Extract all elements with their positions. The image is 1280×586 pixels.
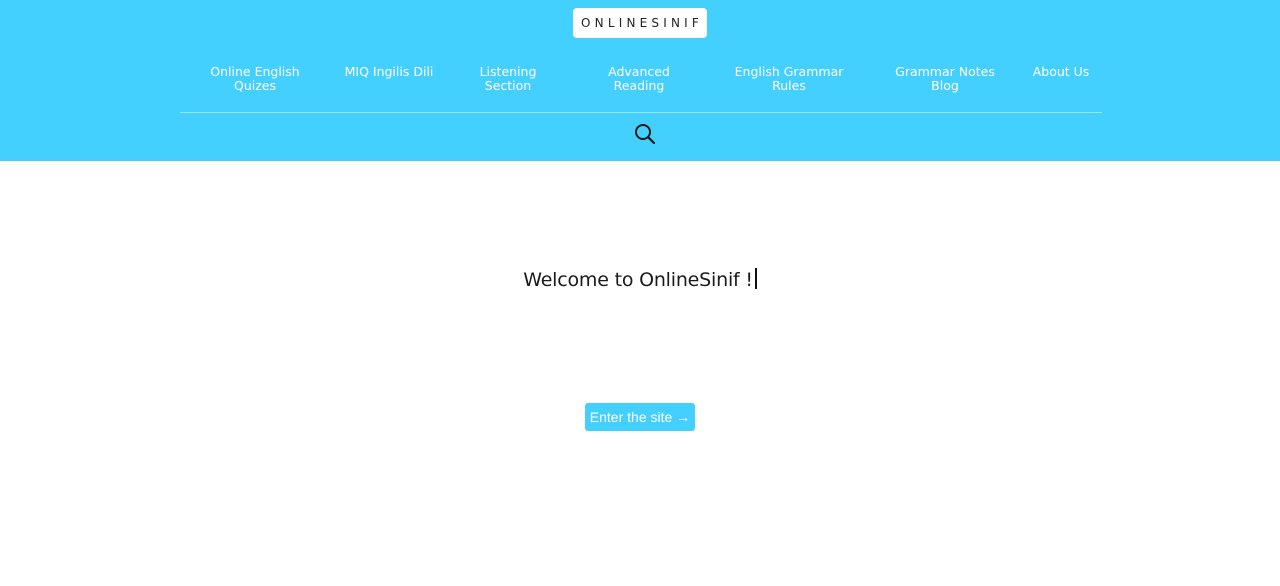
welcome-heading: Welcome to OnlineSinif ! — [0, 268, 1280, 298]
header-divider — [180, 112, 1102, 113]
nav-grammar-notes-blog[interactable]: Grammar Notes Blog — [890, 65, 1000, 95]
typing-cursor — [754, 268, 757, 289]
nav-advanced-reading[interactable]: Advanced Reading — [594, 65, 684, 95]
site-logo[interactable]: ONLINESINIF — [573, 8, 707, 38]
nav-english-grammar-rules[interactable]: English Grammar Rules — [729, 65, 849, 95]
welcome-text: Welcome to OnlineSinif ! — [523, 269, 753, 291]
nav-miq-ingilis-dili[interactable]: MIQ Ingilis Dili — [339, 65, 439, 95]
nav-about-us[interactable]: About Us — [1026, 65, 1096, 95]
site-header: ONLINESINIF Online English Quizes MIQ In… — [0, 0, 1280, 161]
nav-online-english-quizes[interactable]: Online English Quizes — [205, 65, 305, 95]
nav-listening-section[interactable]: Listening Section — [463, 65, 553, 95]
search-icon[interactable] — [633, 122, 657, 146]
enter-site-button[interactable]: Enter the site → — [585, 403, 695, 431]
